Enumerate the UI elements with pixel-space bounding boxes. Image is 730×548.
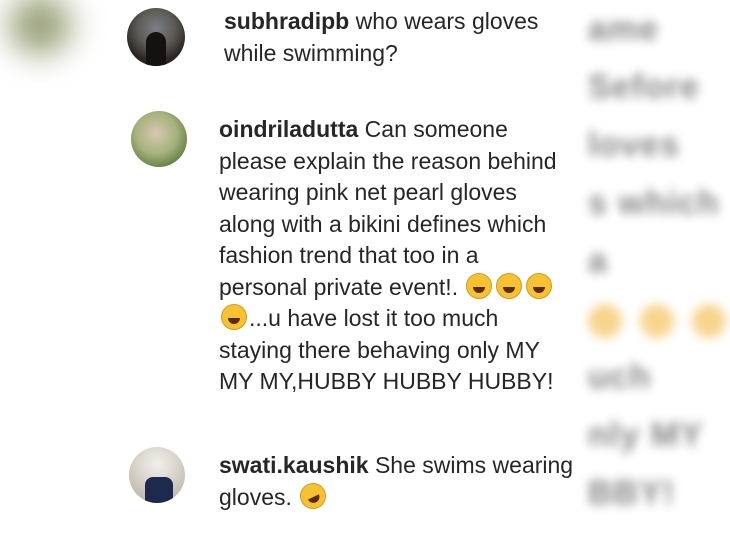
tears-of-joy-emoji-icon (496, 272, 523, 299)
avatar[interactable] (129, 447, 185, 503)
tears-of-joy-emoji-icon (466, 272, 493, 299)
comment-text: staying there behaving only MY (219, 336, 540, 363)
username[interactable]: oindriladutta (219, 116, 358, 142)
blurred-avatar-background (0, 0, 100, 110)
comment-text: personal private event!. (219, 273, 459, 300)
comment-text: who wears gloves (355, 8, 539, 34)
avatar[interactable] (127, 8, 185, 66)
comment-text: while swimming? (224, 39, 398, 66)
tears-of-joy-emoji-icon (221, 304, 247, 330)
username[interactable]: swati.kaushik (219, 452, 369, 478)
comment-text: MY MY,HUBBY HUBBY HUBBY! (219, 368, 554, 394)
comment-text: fashion trend that too in a (219, 242, 479, 268)
blurred-background-text: ame Sefore loves s which a uch nly MY BB… (588, 0, 730, 548)
rolling-laughing-emoji-icon (295, 478, 331, 513)
comment-text: She swims wearing (374, 452, 574, 478)
avatar[interactable] (131, 111, 187, 167)
comment-text: ...u have lost it too much (249, 305, 499, 331)
username[interactable]: subhradipb (224, 8, 349, 34)
tears-of-joy-emoji-icon (526, 272, 553, 299)
comment-text: Can someone (364, 116, 508, 142)
comment-text: please explain the reason behind (219, 147, 557, 174)
comment-text: along with a bikini defines which (219, 210, 547, 237)
comment-text: gloves. (219, 483, 292, 510)
comment-text: wearing pink net pearl gloves (219, 179, 517, 205)
